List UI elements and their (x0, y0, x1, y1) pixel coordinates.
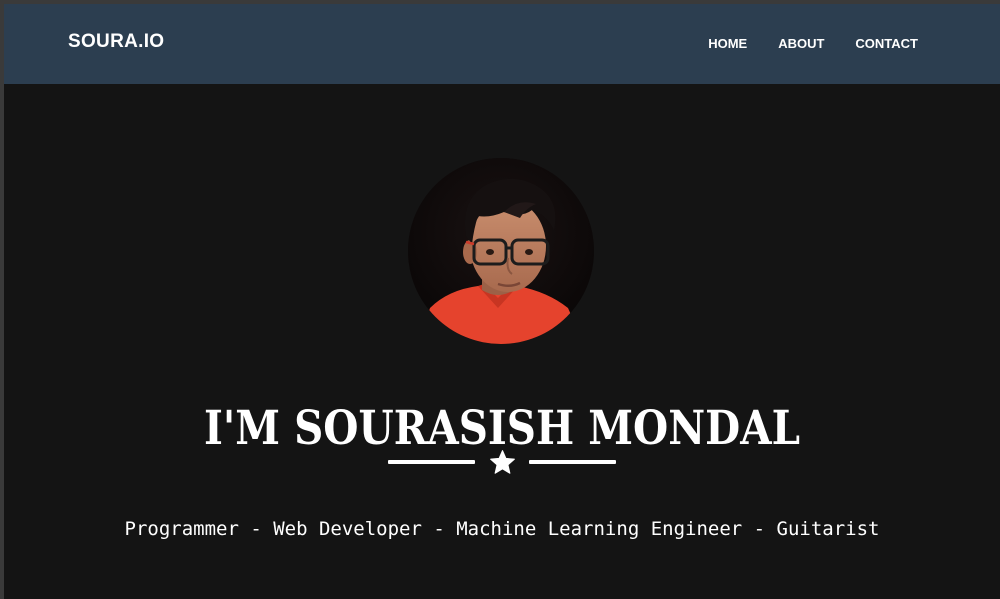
profile-photo-illustration (408, 158, 594, 344)
hero-divider (388, 447, 616, 477)
nav-link-about[interactable]: ABOUT (778, 36, 824, 51)
divider-line-left (388, 460, 475, 464)
browser-viewport: SOURA.IO HOME ABOUT CONTACT I'M SOURASIS… (4, 4, 1000, 599)
divider-line-right (529, 460, 616, 464)
brand-logo-link[interactable]: SOURA.IO (68, 31, 164, 53)
star-icon (490, 450, 515, 474)
hero-subtitle: Programmer - Web Developer - Machine Lea… (124, 518, 880, 540)
profile-avatar (408, 158, 594, 344)
nav-link-home[interactable]: HOME (708, 36, 747, 51)
top-navbar: SOURA.IO HOME ABOUT CONTACT (4, 4, 1000, 84)
nav-links: HOME ABOUT CONTACT (708, 36, 918, 51)
nav-link-contact[interactable]: CONTACT (855, 36, 918, 51)
